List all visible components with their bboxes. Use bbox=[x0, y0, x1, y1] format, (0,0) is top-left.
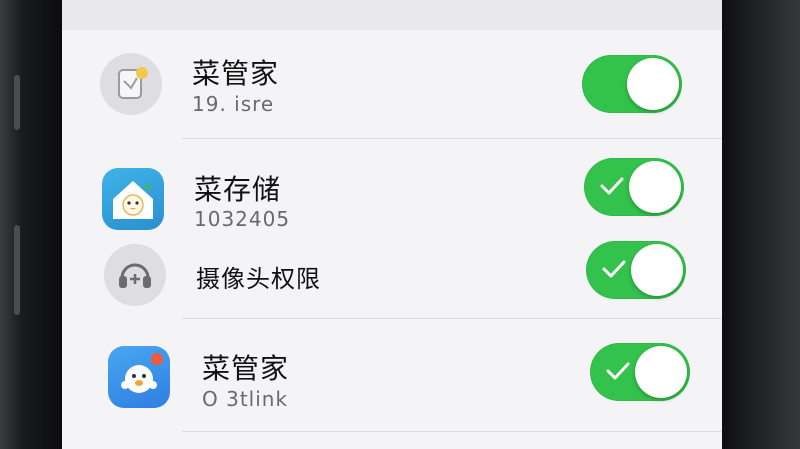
storage-app-icon bbox=[102, 168, 164, 230]
permissions-list-screen: 菜管家 19. isre 菜存储 1032405 摄像头权限 菜管家 O 3tl… bbox=[62, 0, 722, 449]
app-name: 菜管家 bbox=[202, 352, 290, 385]
list-item[interactable]: 菜管家 19. isre bbox=[62, 30, 722, 138]
checkmark-icon bbox=[600, 177, 624, 195]
checkmark-icon bbox=[602, 260, 626, 278]
app-subtitle: 19. isre bbox=[192, 92, 275, 116]
list-item[interactable]: 菜存储 1032405 bbox=[62, 139, 722, 239]
toggle-knob bbox=[629, 161, 681, 213]
list-item[interactable]: 摄像头权限 bbox=[62, 239, 722, 319]
headset-icon bbox=[104, 244, 166, 306]
toggle-knob bbox=[631, 244, 683, 296]
checkmark-icon bbox=[606, 362, 630, 380]
toggle-knob bbox=[635, 346, 687, 398]
phone-frame-left bbox=[0, 0, 62, 449]
permission-name: 摄像头权限 bbox=[196, 265, 321, 293]
list-item[interactable]: 菜管家 O 3tlink bbox=[62, 319, 722, 431]
volume-button bbox=[14, 75, 20, 130]
divider bbox=[182, 431, 722, 432]
phone-frame-right bbox=[716, 0, 800, 449]
app-name: 菜管家 bbox=[192, 57, 280, 90]
app-subtitle: O 3tlink bbox=[202, 387, 289, 411]
toggle-knob bbox=[627, 58, 679, 110]
side-button bbox=[14, 225, 20, 315]
cleaner-mascot-app-icon bbox=[108, 346, 170, 408]
permission-toggle[interactable] bbox=[586, 241, 686, 299]
header-strip bbox=[62, 0, 722, 30]
permission-toggle[interactable] bbox=[584, 158, 684, 216]
app-subtitle: 1032405 bbox=[194, 207, 291, 231]
permission-toggle[interactable] bbox=[582, 55, 682, 113]
permission-toggle[interactable] bbox=[590, 343, 690, 401]
cleaner-app-icon bbox=[100, 53, 162, 115]
app-name: 菜存储 bbox=[194, 173, 282, 206]
